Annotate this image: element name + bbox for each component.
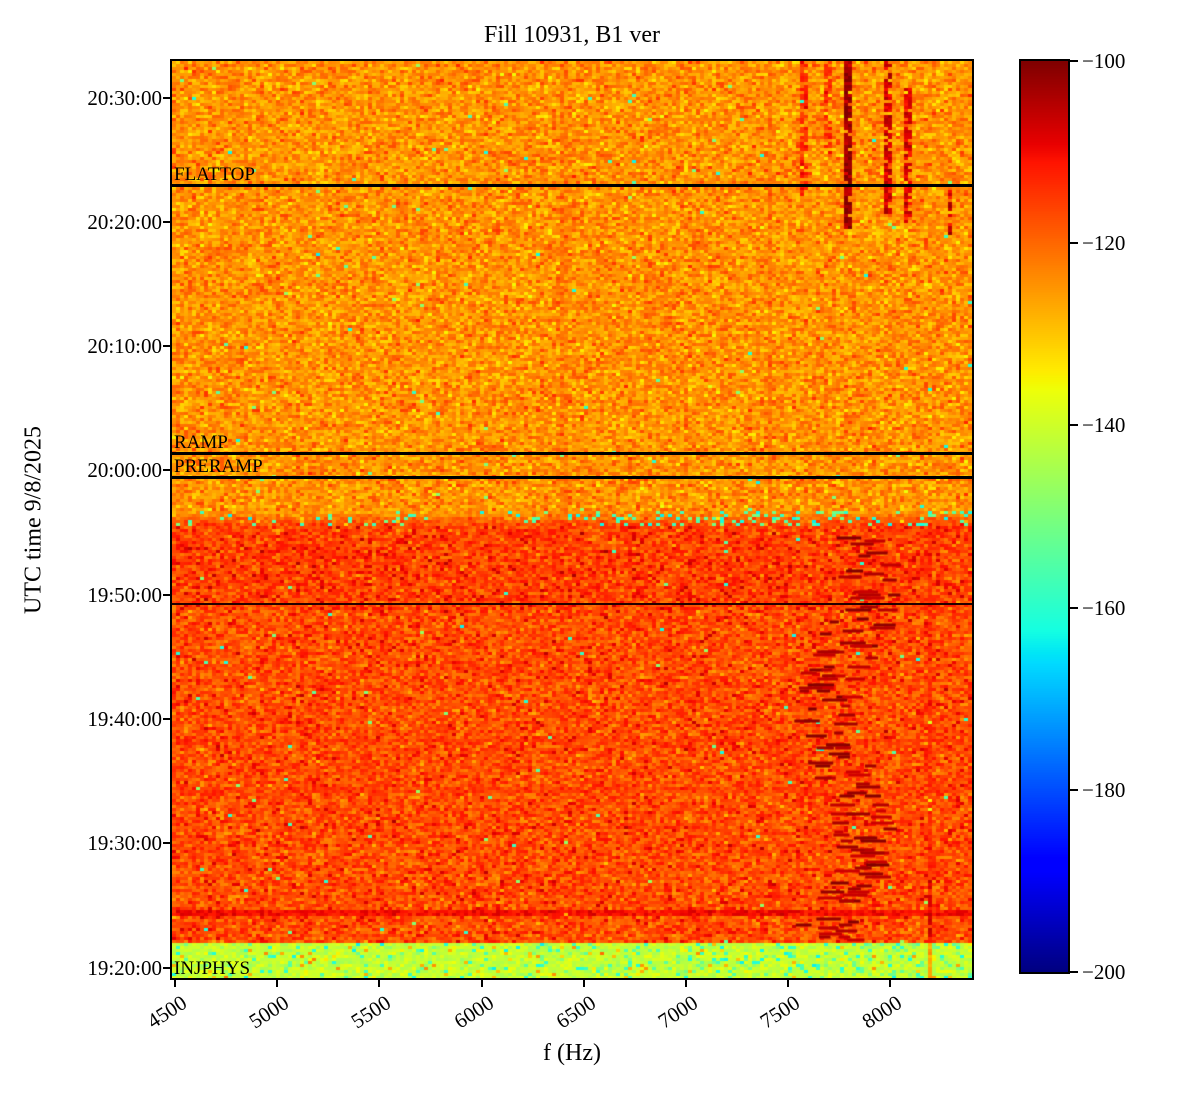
x-tick-label: 7000 (653, 990, 702, 1034)
x-tick-mark (378, 979, 381, 987)
y-tick-mark (163, 967, 171, 969)
x-tick-label: 7500 (755, 990, 805, 1034)
colorbar-tick-label: −160 (1082, 595, 1126, 620)
y-tick-label: 20:00:00 (87, 457, 162, 482)
y-tick-label: 19:40:00 (87, 707, 162, 732)
x-tick-mark (480, 979, 483, 987)
colorbar-tick-label: −200 (1082, 960, 1126, 984)
colorbar-tick-label: −140 (1082, 413, 1126, 438)
y-tick-mark (163, 468, 171, 471)
colorbar-tick-mark (1070, 606, 1078, 609)
colorbar-tick-mark (1070, 60, 1078, 62)
plot-title: Fill 10931, B1 ver (483, 22, 660, 48)
event-line-preramp (172, 475, 972, 479)
y-tick-mark (163, 718, 171, 721)
figure: Fill 10931, B1 ver UTC time 9/8/2025 f (… (0, 0, 1200, 1100)
x-tick-mark (276, 979, 279, 987)
event-label-ramp: RAMP (174, 431, 228, 453)
y-tick-label: 20:30:00 (87, 86, 162, 111)
colorbar-tick-mark (1070, 242, 1078, 245)
x-tick-label: 8000 (858, 990, 907, 1034)
y-tick-mark (163, 97, 171, 100)
colorbar (1019, 59, 1070, 974)
unlabeled-dark-line (172, 603, 972, 606)
y-tick-mark (163, 345, 171, 347)
x-tick-label: 4500 (142, 990, 192, 1034)
spectrogram-plot (170, 59, 974, 980)
y-tick-label: 19:20:00 (87, 956, 162, 980)
event-line-ramp (172, 451, 972, 455)
x-tick-label: 6500 (551, 990, 600, 1034)
y-tick-mark (163, 221, 171, 224)
y-tick-label: 20:10:00 (87, 334, 162, 358)
x-tick-mark (889, 979, 892, 987)
y-tick-label: 20:20:00 (87, 210, 162, 235)
event-label-flattop: FLATTOP (174, 164, 255, 186)
y-tick-label: 19:50:00 (87, 582, 162, 607)
colorbar-canvas (1021, 61, 1068, 972)
x-tick-mark (685, 979, 687, 987)
x-tick-mark (582, 979, 585, 987)
x-tick-label: 5000 (244, 990, 294, 1034)
event-line-flattop (172, 184, 972, 188)
x-tick-mark (787, 979, 790, 987)
x-tick-label: 5500 (347, 990, 396, 1034)
x-tick-label: 6000 (449, 990, 498, 1034)
colorbar-tick-mark (1070, 971, 1078, 973)
colorbar-tick-label: −100 (1082, 49, 1126, 73)
y-tick-mark (163, 593, 171, 596)
colorbar-tick-mark (1070, 424, 1078, 427)
colorbar-tick-label: −180 (1082, 777, 1126, 802)
event-label-injphys: INJPHYS (174, 958, 251, 979)
colorbar-tick-label: −120 (1082, 231, 1126, 256)
spectrogram-canvas (172, 61, 972, 978)
y-tick-mark (163, 842, 171, 845)
y-tick-label: 19:30:00 (87, 831, 162, 856)
x-axis-label: f (Hz) (543, 1040, 601, 1066)
x-tick-mark (174, 979, 177, 987)
colorbar-tick-mark (1070, 788, 1078, 791)
event-label-preramp: PRERAMP (174, 455, 263, 477)
